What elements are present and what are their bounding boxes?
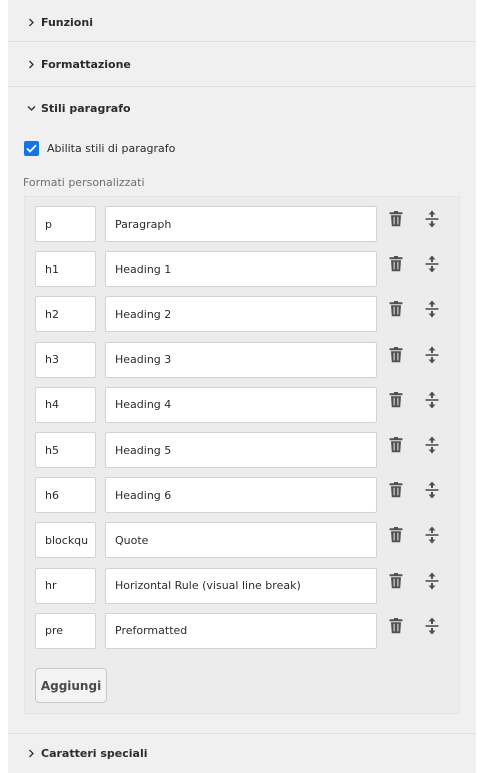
move-vertical-icon[interactable] [421,298,443,320]
format-row [25,386,461,423]
trash-icon[interactable] [385,615,407,637]
move-vertical-icon[interactable] [421,570,443,592]
chevron-right-icon [24,58,38,70]
format-name-input[interactable] [105,341,377,378]
add-format-button[interactable]: Aggiungi [35,668,107,703]
format-name-input[interactable] [105,386,377,423]
chevron-down-icon [24,102,38,114]
format-row [25,251,461,288]
format-name-input[interactable] [105,477,377,514]
format-tag-input[interactable] [35,386,96,423]
move-vertical-icon[interactable] [421,389,443,411]
format-row [25,296,461,333]
section-formatting-label: Formattazione [41,57,131,71]
trash-icon[interactable] [385,389,407,411]
section-functions-label: Funzioni [41,15,93,29]
chevron-right-icon [24,16,38,28]
trash-icon[interactable] [385,344,407,366]
move-vertical-icon[interactable] [421,434,443,456]
format-tag-input[interactable] [35,251,96,288]
trash-icon[interactable] [385,570,407,592]
format-tag-input[interactable] [35,432,96,468]
format-tag-input[interactable] [35,477,96,514]
section-functions[interactable]: Funzioni [8,0,476,44]
trash-icon[interactable] [385,253,407,275]
trash-icon[interactable] [385,524,407,546]
format-row [25,206,461,242]
trash-icon[interactable] [385,298,407,320]
section-special-characters[interactable]: Caratteri speciali [8,734,476,773]
move-vertical-icon[interactable] [421,208,443,230]
trash-icon[interactable] [385,479,407,501]
format-tag-input[interactable] [35,296,96,333]
section-special-characters-label: Caratteri speciali [41,747,148,760]
format-name-input[interactable] [105,612,377,649]
format-name-input[interactable] [105,296,377,333]
format-name-input[interactable] [105,567,377,604]
trash-icon[interactable] [385,434,407,456]
format-name-input[interactable] [105,206,377,242]
move-vertical-icon[interactable] [421,479,443,501]
move-vertical-icon[interactable] [421,524,443,546]
format-row [25,341,461,378]
editor-settings-panel: Funzioni Formattazione Stili paragrafo A… [8,0,476,773]
enable-paragraph-styles[interactable]: Abilita stili di paragrafo [24,137,175,159]
section-formatting[interactable]: Formattazione [8,42,476,86]
trash-icon[interactable] [385,208,407,230]
custom-formats-list: Aggiungi [24,196,460,714]
enable-paragraph-styles-checkbox[interactable] [24,140,39,156]
move-vertical-icon[interactable] [421,253,443,275]
format-tag-input[interactable] [35,567,96,604]
format-tag-input[interactable] [35,341,96,378]
format-row [25,477,461,514]
section-paragraph-styles-label: Stili paragrafo [41,101,131,115]
format-tag-input[interactable] [35,522,96,559]
enable-paragraph-styles-label: Abilita stili di paragrafo [47,141,176,155]
checkmark-icon [26,144,37,153]
move-vertical-icon[interactable] [421,615,443,637]
format-row [25,432,461,468]
format-row [25,612,461,649]
move-vertical-icon[interactable] [421,344,443,366]
format-tag-input[interactable] [35,206,96,242]
section-paragraph-styles[interactable]: Stili paragrafo [8,86,476,130]
custom-formats-label: Formati personalizzati [23,176,145,189]
format-name-input[interactable] [105,251,377,288]
format-row [25,522,461,559]
format-row [25,567,461,604]
format-tag-input[interactable] [35,612,96,649]
chevron-right-icon [24,748,38,760]
format-name-input[interactable] [105,432,377,468]
format-name-input[interactable] [105,522,377,559]
